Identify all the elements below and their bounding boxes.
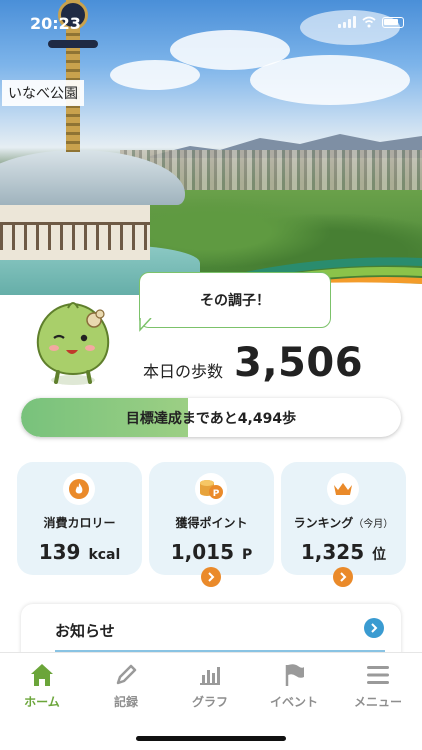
home-icon [31, 664, 53, 686]
status-time: 20:23 [30, 14, 81, 33]
goal-progress-bar: 目標達成まであと4,494歩 [21, 398, 401, 437]
speech-bubble: その調子！ [139, 272, 331, 328]
card-value: 1,325 位 [300, 540, 387, 564]
menu-icon [367, 666, 389, 684]
card-title: 消費カロリー [43, 516, 116, 530]
status-icons [338, 16, 404, 28]
news-title: お知らせ [55, 622, 115, 640]
tab-label: イベント [269, 695, 318, 709]
tab-record[interactable]: 記録 [84, 661, 168, 713]
pencil-icon [116, 664, 137, 685]
coins-icon: P [195, 473, 227, 505]
home-indicator [136, 736, 286, 741]
bar-chart-icon [200, 667, 220, 685]
battery-icon [382, 16, 404, 28]
mascot-character [36, 302, 110, 385]
points-card[interactable]: P 獲得ポイント 1,015 P [149, 462, 274, 587]
crown-icon [327, 473, 359, 505]
svg-text:P: P [213, 489, 220, 499]
flame-icon [63, 473, 95, 505]
tab-label: メニュー [353, 695, 402, 709]
steps-label: 本日の歩数 [143, 362, 224, 381]
points-arrow-button[interactable] [201, 567, 221, 587]
card-title: 獲得ポイント [175, 516, 248, 530]
signal-icon [338, 16, 356, 28]
place-label: いなべ公園 [2, 80, 84, 106]
tab-label: 記録 [113, 695, 138, 709]
tab-menu[interactable]: メニュー [336, 661, 420, 713]
tab-event[interactable]: イベント [252, 661, 336, 713]
wifi-icon [362, 16, 376, 28]
card-title: ランキング（今月） [293, 516, 394, 530]
tab-graph[interactable]: グラフ [168, 661, 252, 713]
card-value: 139 kcal [38, 540, 121, 564]
tab-label: ホーム [24, 695, 60, 709]
calorie-card[interactable]: 消費カロリー 139 kcal [17, 462, 142, 575]
flag-icon [285, 664, 304, 686]
ranking-card[interactable]: ランキング（今月） 1,325 位 [281, 462, 406, 587]
speech-bubble-tail [139, 318, 152, 332]
steps-value: 3,506 [234, 340, 364, 386]
ranking-arrow-button[interactable] [333, 567, 353, 587]
tab-home[interactable]: ホーム [0, 661, 84, 713]
news-arrow-button[interactable] [364, 618, 384, 638]
tab-label: グラフ [191, 695, 228, 709]
card-value: 1,015 P [170, 540, 253, 564]
goal-progress-text: 目標達成まであと4,494歩 [125, 410, 297, 427]
